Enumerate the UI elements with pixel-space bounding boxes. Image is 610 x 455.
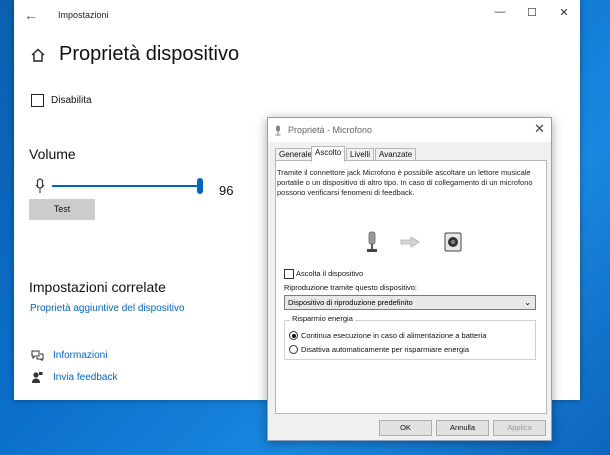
radio-auto-disable[interactable] [289, 345, 298, 354]
volume-slider-thumb[interactable] [197, 178, 203, 194]
listen-checkbox[interactable] [284, 269, 294, 279]
microphone-device-icon [367, 231, 377, 252]
auto-disable-label: Disattiva automaticamente per risparmiar… [301, 345, 469, 354]
power-saving-group [284, 320, 536, 360]
playback-label: Riproduzione tramite questo dispositivo: [284, 283, 417, 292]
home-icon[interactable] [30, 47, 46, 63]
disable-label: Disabilita [51, 95, 92, 106]
disable-checkbox[interactable] [31, 94, 44, 107]
radio-keep-running[interactable] [289, 331, 298, 340]
power-saving-legend: Risparmio energia [290, 314, 355, 323]
feedback-person-icon [32, 372, 43, 383]
feedback-link[interactable]: Invia feedback [53, 372, 118, 383]
related-settings-heading: Impostazioni correlate [29, 279, 166, 295]
chat-help-icon [31, 350, 44, 361]
dialog-titlebar: Proprietà - Microfono ✕ [268, 118, 551, 142]
listen-description: Tramite il connettore jack Microfono è p… [277, 168, 533, 197]
listen-label: Ascolta il dispositivo [296, 269, 364, 278]
volume-slider-track[interactable] [52, 185, 202, 187]
dialog-title: Proprietà - Microfono [288, 125, 373, 135]
playback-device-value: Dispositivo di riproduzione predefinito [288, 298, 413, 307]
close-button[interactable]: ✕ [554, 6, 574, 24]
minimize-button[interactable]: — [490, 6, 510, 24]
maximize-button[interactable]: ☐ [522, 6, 542, 24]
cancel-button[interactable]: Annulla [436, 420, 489, 436]
chevron-down-icon: ⌄ [524, 298, 531, 307]
properties-dialog: Proprietà - Microfono ✕ Generale Ascolto… [267, 117, 552, 441]
ok-button[interactable]: OK [379, 420, 432, 436]
volume-heading: Volume [29, 146, 76, 162]
microphone-icon [35, 178, 45, 193]
apply-button[interactable]: Applica [493, 420, 546, 436]
back-arrow-icon[interactable]: ← [24, 7, 38, 23]
tab-ascolto[interactable]: Ascolto [311, 146, 346, 162]
settings-window-title: Impostazioni [58, 10, 109, 20]
test-button[interactable]: Test [29, 199, 95, 220]
dialog-close-button[interactable]: ✕ [534, 121, 545, 137]
keep-running-label: Continua esecuzione in caso di alimentaz… [301, 331, 487, 340]
arrow-right-icon [400, 236, 420, 248]
info-link[interactable]: Informazioni [53, 350, 107, 361]
microphone-small-icon [275, 125, 281, 136]
playback-device-select[interactable]: Dispositivo di riproduzione predefinito … [284, 295, 536, 310]
page-title: Proprietà dispositivo [59, 43, 240, 65]
additional-properties-link[interactable]: Proprietà aggiuntive del dispositivo [30, 303, 185, 314]
volume-value: 96 [219, 183, 234, 198]
settings-titlebar: ← Impostazioni — ☐ ✕ [14, 0, 580, 32]
speaker-icon [444, 232, 462, 252]
